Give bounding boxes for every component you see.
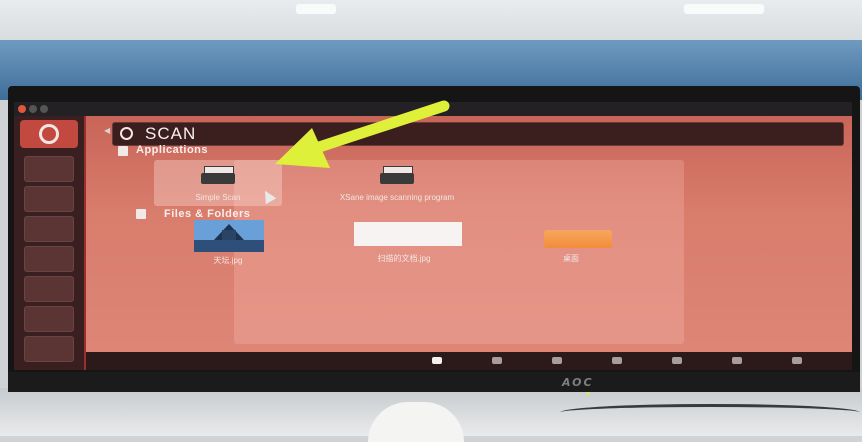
search-bar[interactable]: SCAN [112,122,844,146]
launcher-item[interactable] [24,246,74,272]
dash-home-button[interactable] [20,120,78,148]
files-lens-icon[interactable] [552,357,562,364]
close-window-button[interactable] [18,105,26,113]
launcher-item[interactable] [24,186,74,212]
cable [560,404,860,421]
home-lens-icon[interactable] [432,357,442,364]
dash-overlay: ◀ SCAN Applications Simple Scan XSane im… [86,116,852,364]
applications-category-icon [118,146,128,156]
folder-icon [544,230,612,248]
file-tile-document[interactable]: 扫描的文档.jpg [338,222,470,266]
search-icon [120,127,133,140]
file-label: 天坛.jpg [213,256,243,265]
launcher-item[interactable] [24,336,74,362]
file-tile-image[interactable]: 天坛.jpg [178,220,278,266]
app-label: XSane image scanning program [339,193,455,202]
app-tile-xsane[interactable]: XSane image scanning program [322,160,472,210]
video-lens-icon[interactable] [612,357,622,364]
scanner-icon [380,166,414,184]
photo-lens-icon[interactable] [732,357,742,364]
minimize-window-button[interactable] [29,105,37,113]
files-folders-heading: Files & Folders [164,208,251,220]
maximize-window-button[interactable] [40,105,48,113]
ceiling-light [296,4,336,14]
monitor-brand: AOC [562,376,594,389]
applications-heading: Applications [136,144,209,156]
folder-label: 桌面 [563,254,579,263]
lens-bar [86,352,852,370]
power-led [586,392,590,395]
screen: ◀ SCAN Applications Simple Scan XSane im… [14,102,852,370]
social-lens-icon[interactable] [792,357,802,364]
top-panel [14,102,852,116]
applications-lens-icon[interactable] [492,357,502,364]
launcher-item[interactable] [24,156,74,182]
ubuntu-logo-icon [39,124,59,144]
files-category-icon [136,209,146,219]
monitor-chin [8,372,860,392]
launcher-item[interactable] [24,216,74,242]
caret-icon: ◀ [104,126,111,135]
folder-tile-desktop[interactable]: 桌面 [526,226,616,266]
launcher [14,116,84,370]
document-thumbnail-icon [354,222,462,246]
scanner-icon [201,166,235,184]
file-label: 扫描的文档.jpg [377,254,431,263]
image-thumbnail-icon [194,220,264,252]
launcher-item[interactable] [24,306,74,332]
music-lens-icon[interactable] [672,357,682,364]
search-query[interactable]: SCAN [145,124,196,144]
launcher-item[interactable] [24,276,74,302]
ceiling-light [684,4,764,14]
